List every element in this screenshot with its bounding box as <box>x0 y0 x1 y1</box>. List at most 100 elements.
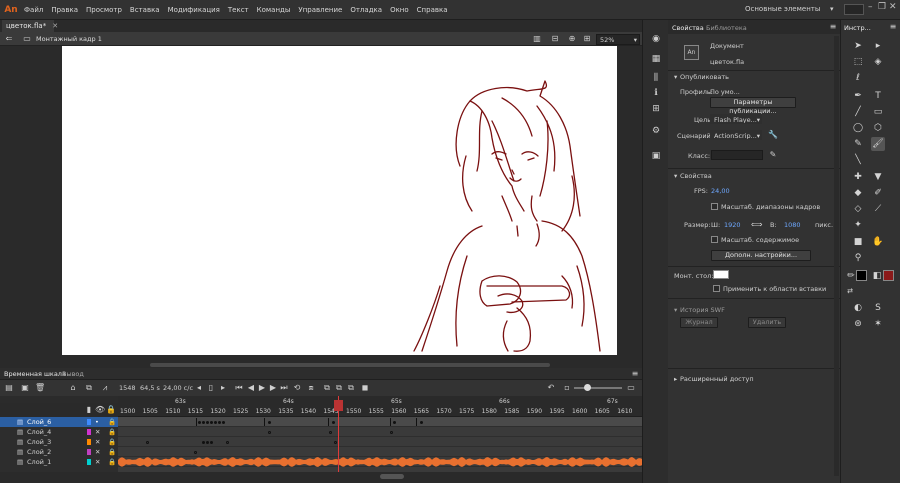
layer-row[interactable]: ▤ Слой_2 ✕ 🔒 <box>0 447 118 457</box>
layer-name[interactable]: Слой_6 <box>27 417 51 427</box>
layer-name[interactable]: Слой_1 <box>27 457 51 467</box>
object-drawing-icon[interactable]: ◐ <box>851 301 865 315</box>
publish-settings-button[interactable]: Параметры публикации... <box>710 97 796 115</box>
visibility-dot-icon[interactable]: • <box>95 417 99 427</box>
profile-value[interactable]: По умо... <box>710 88 740 96</box>
keyframe-marker[interactable] <box>146 441 149 444</box>
chevron-down-icon[interactable]: ▾ <box>674 306 677 314</box>
menu-view[interactable]: Просмотр <box>86 6 122 14</box>
camera-icon[interactable]: ⌂ <box>68 383 78 393</box>
hand-tool-icon[interactable]: ✋ <box>871 235 885 249</box>
layer-color-swatch[interactable] <box>87 429 91 435</box>
keyframe-marker[interactable] <box>210 441 213 444</box>
snap-icon[interactable]: ⊟ <box>549 34 561 44</box>
properties-section-title[interactable]: Свойства <box>680 172 712 180</box>
keyframe-marker[interactable] <box>390 431 393 434</box>
swf-log-button[interactable]: Журнал <box>680 317 718 328</box>
pen-tool-icon[interactable]: ✒ <box>851 89 865 103</box>
step-back-icon[interactable]: ◀ <box>246 383 256 393</box>
onion-multi-icon[interactable]: ⧉ <box>322 383 332 393</box>
fit-icon[interactable]: ⊞ <box>581 34 593 44</box>
tools-title[interactable]: Инстр... <box>844 24 871 32</box>
center-frame-icon[interactable]: ◂ <box>194 383 204 393</box>
zoom-tool-icon[interactable]: ⚲ <box>851 251 865 265</box>
align-icon[interactable]: ⫼ <box>650 73 662 83</box>
graph-icon[interactable]: ⩘ <box>100 383 110 393</box>
link-icon[interactable]: ⟺ <box>751 220 762 230</box>
swf-history-title[interactable]: История SWF <box>680 306 725 314</box>
chevron-down-icon[interactable]: ▾ <box>674 172 677 180</box>
keyframe-marker[interactable] <box>329 431 332 434</box>
panel-menu-icon[interactable]: ≡ <box>828 22 838 32</box>
oval-tool-icon[interactable]: ◯ <box>851 121 865 135</box>
paint-bucket-icon[interactable]: ▼ <box>871 170 885 184</box>
keyframe-marker[interactable] <box>226 441 229 444</box>
asset-warp-icon[interactable]: ✦ <box>851 218 865 232</box>
keyframe-marker[interactable] <box>416 418 417 426</box>
insert-tween-icon[interactable]: ⧈ <box>306 383 316 393</box>
insert-keyframe-icon[interactable]: ◼ <box>360 383 370 393</box>
layer-name[interactable]: Слой_3 <box>27 437 51 447</box>
menu-modify[interactable]: Модификация <box>168 6 220 14</box>
properties-scrollbar[interactable] <box>834 36 839 476</box>
keyframe-marker[interactable] <box>268 431 271 434</box>
class-input[interactable] <box>711 150 763 160</box>
line-tool-icon[interactable]: ╱ <box>851 105 865 119</box>
scale-content-checkbox[interactable] <box>711 236 718 243</box>
keyframe-marker[interactable] <box>332 421 335 424</box>
keyframe-marker[interactable] <box>202 441 205 444</box>
menu-commands[interactable]: Команды <box>257 6 291 14</box>
layer-name[interactable]: Слой_4 <box>27 427 51 437</box>
eye-icon[interactable]: 👁 <box>95 405 105 415</box>
keyframe-marker[interactable] <box>210 421 213 424</box>
document-tab[interactable]: цветок.fla* ✕ <box>2 20 58 32</box>
keyframe-marker[interactable] <box>202 421 205 424</box>
frame-zoom-handle[interactable] <box>584 384 591 391</box>
trash-icon[interactable]: 🗑 <box>35 383 45 393</box>
highlight-icon[interactable]: ▮ <box>84 405 94 415</box>
swap-colors-icon[interactable]: ⇄ <box>843 284 857 298</box>
layer-row[interactable]: ▤ Слой_6 • • 🔒 <box>0 417 118 427</box>
wrench-icon[interactable]: 🔧 <box>768 130 778 140</box>
straighten-icon[interactable]: ✶ <box>871 317 885 331</box>
selection-tool-icon[interactable]: ➤ <box>851 39 865 53</box>
play-icon[interactable]: ▶ <box>257 383 267 393</box>
layer-color-swatch[interactable] <box>87 459 91 465</box>
minimize-button[interactable]: – <box>868 2 873 12</box>
ink-bottle-icon[interactable]: ◆ <box>851 186 865 200</box>
zoom-select[interactable]: 52% ▾ <box>596 34 640 45</box>
menu-help[interactable]: Справка <box>417 6 448 14</box>
eraser-tool-icon[interactable]: ◇ <box>851 202 865 216</box>
keyframe-marker[interactable] <box>196 418 197 426</box>
keyframe-marker[interactable] <box>268 421 271 424</box>
swatches-icon[interactable]: ▦ <box>650 54 662 64</box>
playhead-handle[interactable] <box>334 400 343 411</box>
close-icon[interactable]: ✕ <box>52 22 58 30</box>
current-frame[interactable]: 1548 <box>119 384 136 392</box>
info-icon[interactable]: ℹ <box>650 88 662 98</box>
scale-spans-checkbox[interactable] <box>711 203 718 210</box>
tab-properties[interactable]: Свойства <box>672 24 704 32</box>
tab-timeline[interactable]: Временная шкала <box>4 370 66 378</box>
keyframe-marker[interactable] <box>206 421 209 424</box>
layer-color-swatch[interactable] <box>87 449 91 455</box>
advanced-settings-button[interactable]: Дополн. настройки... <box>711 250 811 261</box>
script-select[interactable]: ActionScrip... ▾ <box>710 130 762 140</box>
onion-outline-icon[interactable]: ▸ <box>218 383 228 393</box>
edit-multiple-icon[interactable]: ⧉ <box>334 383 344 393</box>
menu-file[interactable]: Файл <box>24 6 43 14</box>
stage-vscrollbar[interactable] <box>634 46 642 362</box>
hidden-x-icon[interactable]: ✕ <box>95 437 100 447</box>
menu-edit[interactable]: Правка <box>51 6 78 14</box>
onion-range-icon[interactable]: ⧉ <box>346 383 356 393</box>
hidden-x-icon[interactable]: ✕ <box>95 447 100 457</box>
layer-row[interactable]: ▤ Слой_3 ✕ 🔒 <box>0 437 118 447</box>
motion-presets-icon[interactable]: ▣ <box>650 151 662 161</box>
paint-brush-icon[interactable]: ╲ <box>851 153 865 167</box>
layer-row[interactable]: ▤ Слой_1 ✕ 🔒 <box>0 457 118 467</box>
hidden-x-icon[interactable]: ✕ <box>95 457 100 467</box>
brush-tool-icon[interactable]: 🖌 <box>871 137 885 151</box>
layer-row[interactable]: ▤ Слой_4 ✕ 🔒 <box>0 427 118 437</box>
width-tool-icon[interactable]: ⟋ <box>871 202 885 216</box>
lock-all-icon[interactable]: 🔒 <box>106 405 116 415</box>
